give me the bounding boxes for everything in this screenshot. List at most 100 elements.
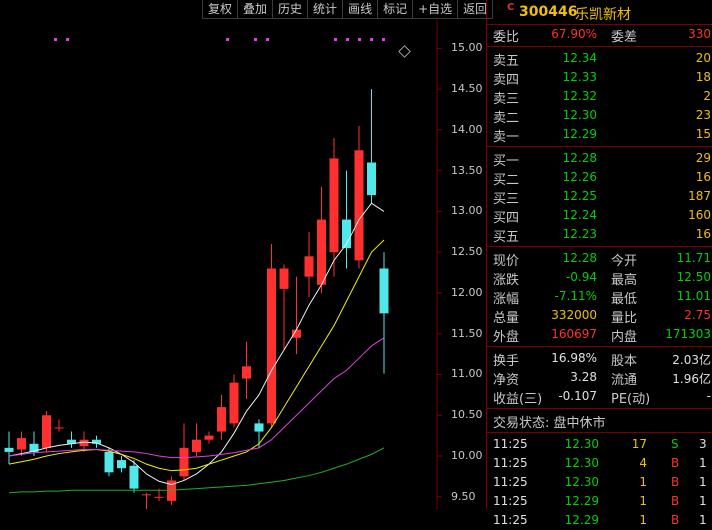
trade-status: 交易状态: 盘中休市 [487,411,712,431]
y-tick-label: 15.00 [451,41,483,55]
quote-value: -0.94 [565,270,597,284]
fund-value: - [706,389,711,403]
event-marker [358,38,361,41]
candle-body [229,382,239,424]
book-label: 买三 [493,192,520,207]
candle-body [204,435,214,440]
event-marker [334,38,337,41]
toolbar-button[interactable]: 历史 [272,0,309,19]
book-label: 买五 [493,230,520,245]
fund-value: -0.107 [558,389,597,403]
book-price: 12.29 [562,127,597,141]
candle-body [104,451,114,473]
candle-body [242,366,251,379]
tick-price: 12.30 [564,437,599,451]
tick-side: B [671,513,680,527]
tick-row: 11:25 12.29 1 B 1 [487,492,712,511]
kline-svg[interactable] [0,20,486,509]
y-tick-label: 12.00 [451,285,483,299]
tick-volume: 4 [639,456,647,470]
quote-row: 涨跌 -0.94 最高 12.50 [487,268,712,288]
quote-row: 总量 332000 量比 2.75 [487,306,712,326]
book-label: 买二 [493,173,520,188]
event-marker [66,38,69,41]
quote-row: 涨幅 -7.11% 最低 11.01 [487,287,712,307]
quote-label: 最高 [611,273,638,288]
quote-value: 2.75 [684,308,711,322]
book-label: 买四 [493,211,520,226]
stock-title: C 300446 乐凯新材 [487,0,712,25]
weibi-row: 委比 67.90% 委差 330 [487,25,712,45]
buy-row: 买一 12.28 29 [487,149,712,169]
fund-value: 3.28 [570,370,597,384]
trade-status-text: 交易状态: 盘中休市 [493,416,606,431]
book-volume: 15 [695,127,711,141]
quote-label: 现价 [493,254,520,269]
tick-row: 11:25 12.30 1 B 1 [487,473,712,492]
tick-time: 11:25 [493,475,528,489]
toolbar-button[interactable]: 标记 [377,0,414,19]
quote-label: 总量 [493,311,520,326]
candle-body [154,496,164,498]
book-volume: 23 [695,108,711,122]
candle-body [254,423,264,432]
y-tick-label: 11.00 [451,367,483,381]
candle-body [367,162,376,196]
book-volume: 16 [695,227,711,241]
tick-volume: 17 [631,437,647,451]
book-label: 卖五 [493,54,520,69]
fund-label: 流通 [611,373,638,388]
event-marker [382,38,385,41]
book-label: 卖三 [493,92,520,107]
candle-body [117,460,126,469]
book-volume: 20 [695,51,711,65]
y-tick-label: 13.00 [451,204,483,218]
book-price: 12.28 [562,151,597,165]
event-marker [346,38,349,41]
tick-volume: 1 [639,475,647,489]
quote-row: 现价 12.28 今开 11.71 [487,249,712,269]
toolbar-button[interactable]: 画线 [342,0,379,19]
quote-row: 外盘 160697 内盘 171303 [487,325,712,345]
event-marker [54,38,57,41]
y-tick-label: 13.50 [451,163,483,177]
weicha-value: 330 [688,27,711,41]
event-marker [266,38,269,41]
quote-label: 量比 [611,311,638,326]
tick-row: 11:25 12.30 4 B 1 [487,454,712,473]
quote-value: 12.50 [676,270,711,284]
candle-body [317,219,326,285]
weicha-label: 委差 [611,30,638,45]
stock-name: 乐凯新材 [575,7,631,23]
tick-price: 12.30 [564,456,599,470]
fund-row: 换手 16.98% 股本 2.03亿 [487,349,712,369]
book-volume: 29 [695,151,711,165]
sell-row: 卖四 12.33 18 [487,68,712,88]
quote-label: 今开 [611,254,638,269]
y-tick-label: 14.50 [451,82,483,96]
quote-value: -7.11% [554,289,597,303]
book-label: 卖二 [493,111,520,126]
toolbar-button[interactable]: +自选 [412,0,459,19]
buy-row: 买四 12.24 160 [487,206,712,226]
tick-price: 12.29 [564,494,599,508]
book-label: 卖一 [493,130,520,145]
tick-price: 12.30 [564,475,599,489]
tick-side: B [671,475,680,489]
book-volume: 160 [688,208,711,222]
y-tick-label: 10.50 [451,408,483,422]
y-tick-label: 14.00 [451,122,483,136]
kline-chart[interactable]: 15.00 14.50 14.00 13.50 13.00 12.50 12.00 11.50… [0,20,486,509]
fund-value: 2.03亿 [672,353,711,367]
tick-volume: 1 [639,513,647,527]
tick-row: 11:25 12.29 1 B 1 [487,511,712,530]
toolbar-button[interactable]: 叠加 [237,0,274,19]
fund-label: 净资 [493,373,520,388]
fund-label: 股本 [611,354,638,369]
weibi-value: 67.90% [551,27,597,41]
toolbar-button[interactable]: 复权 [202,0,239,19]
quote-label: 外盘 [493,330,520,345]
toolbar-button[interactable]: 统计 [307,0,344,19]
book-price: 12.30 [562,108,597,122]
tick-volume: 1 [639,494,647,508]
